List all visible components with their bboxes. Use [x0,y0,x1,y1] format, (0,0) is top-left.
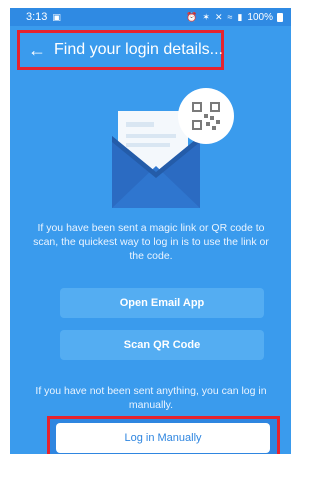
arrow-left-icon[interactable]: ← [28,41,46,59]
battery-icon [277,12,283,22]
image-notification-icon: ▣ [52,11,62,22]
mute-icon: ✕ [214,11,224,22]
qr-code-icon [178,88,234,144]
status-time: 3:13 [26,11,48,23]
scan-qr-code-button[interactable]: Scan QR Code [60,330,264,360]
wifi-icon: ≈ [227,12,234,22]
app-bar: ← Find your login details... [17,30,224,70]
battery-percent: 100% [247,11,273,23]
app-screen: 3:13 ▣ ⏰ ✶ ✕ ≈ ▮ 100% ← Find your login … [10,8,291,454]
page-title: Find your login details... [54,41,223,58]
status-right: ⏰ ✶ ✕ ≈ ▮ 100% [186,12,283,23]
magic-link-info-text: If you have been sent a magic link or QR… [33,222,269,262]
email-illustration [112,88,234,208]
alarm-icon: ⏰ [186,11,199,22]
log-in-manually-button[interactable]: Log in Manually [56,423,270,453]
open-email-app-button[interactable]: Open Email App [60,288,264,318]
signal-icon: ▮ [237,11,244,22]
status-left: 3:13 ▣ [26,11,62,23]
status-bar: 3:13 ▣ ⏰ ✶ ✕ ≈ ▮ 100% [10,8,291,26]
manual-login-info-text: If you have not been sent anything, you … [35,385,267,411]
bluetooth-icon: ✶ [202,11,211,22]
